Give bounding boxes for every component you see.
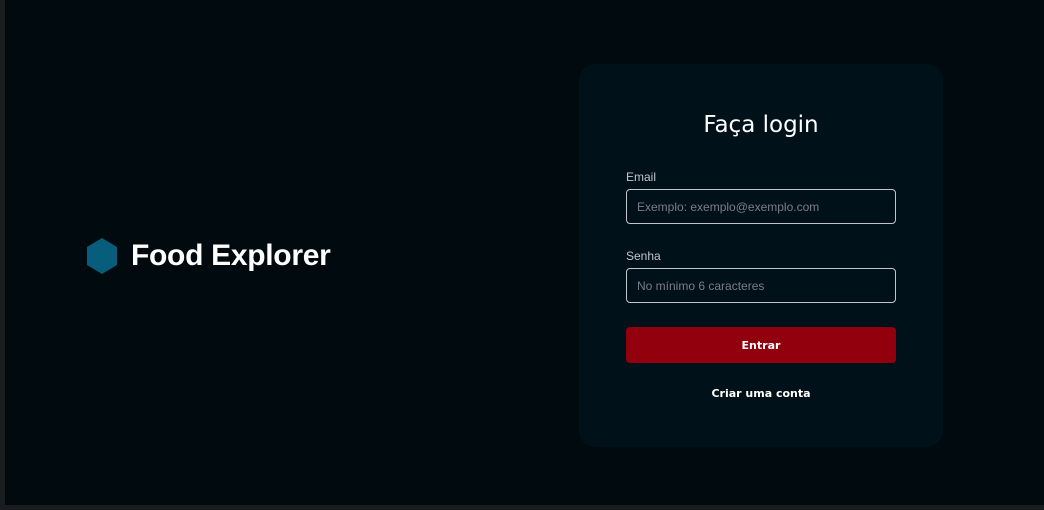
password-input[interactable] <box>626 268 896 303</box>
password-label: Senha <box>626 249 661 263</box>
login-title: Faça login <box>703 112 819 138</box>
create-account-link[interactable]: Criar uma conta <box>579 387 943 400</box>
email-label: Email <box>626 170 657 184</box>
login-form: Faça login Email Senha Entrar Criar uma … <box>579 64 943 447</box>
email-input[interactable] <box>626 189 896 224</box>
create-account-label: Criar uma conta <box>711 387 811 400</box>
login-button[interactable]: Entrar <box>626 327 896 363</box>
brand-name: Food Explorer <box>131 239 331 272</box>
login-page: Food Explorer Faça login Email Senha Ent… <box>5 0 1044 505</box>
hexagon-icon <box>87 238 117 274</box>
brand-logo: Food Explorer <box>86 238 331 274</box>
